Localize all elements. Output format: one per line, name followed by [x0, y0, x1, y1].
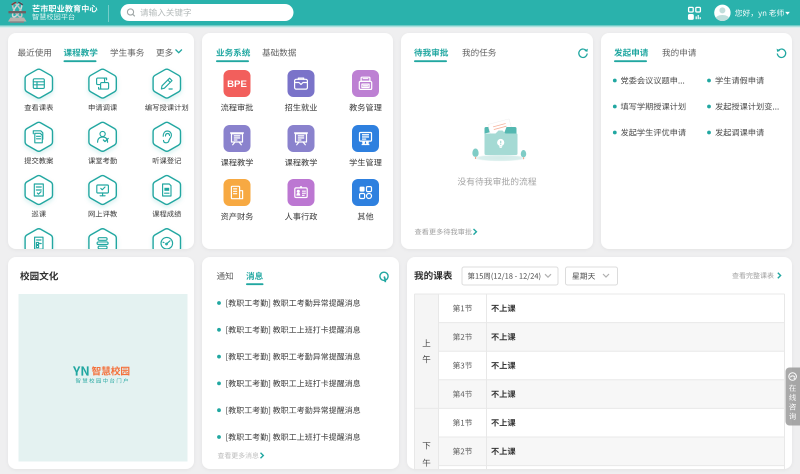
svg-text:BPE: BPE: [227, 79, 247, 90]
